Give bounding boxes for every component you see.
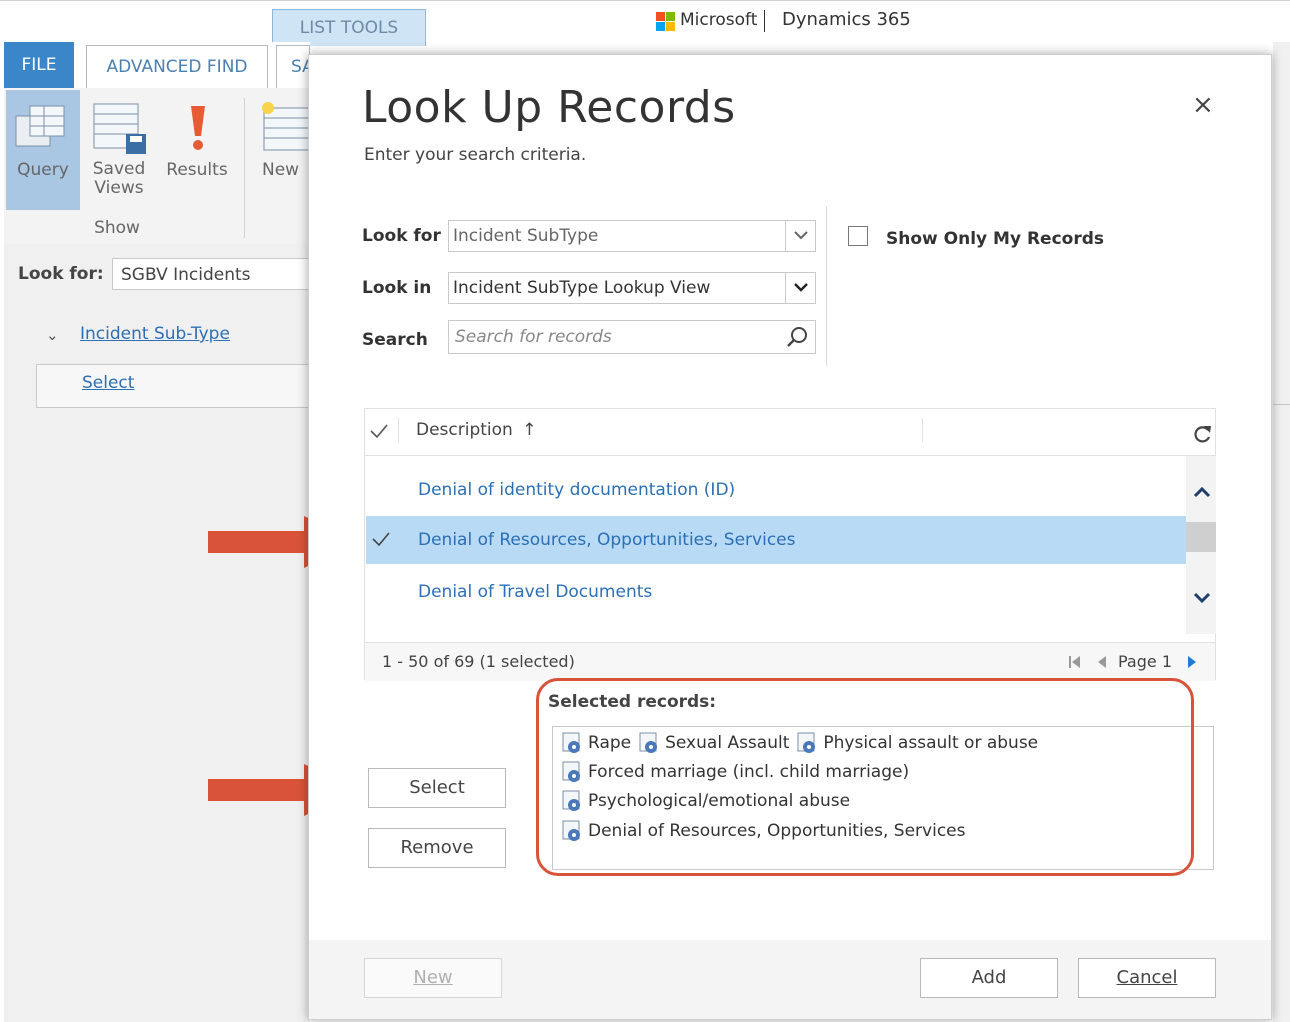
brand-company: Microsoft (680, 10, 758, 30)
dialog-subtitle: Enter your search criteria. (364, 145, 587, 165)
select-link[interactable]: Select (82, 373, 134, 393)
saved-views-label-line1: Saved (92, 159, 146, 179)
query-icon (14, 104, 66, 148)
look-for-label: Look for: (18, 264, 104, 284)
grid-row[interactable]: Denial of Travel Documents (366, 566, 1186, 614)
background-divider (1273, 404, 1290, 405)
look-for-select[interactable]: Incident SubType (448, 220, 816, 252)
grid-scrollbar-thumb[interactable] (1186, 522, 1216, 552)
select-button[interactable]: Select (368, 768, 506, 808)
chevron-down-icon[interactable]: ⌄ (46, 326, 59, 344)
grid-row-selected[interactable]: Denial of Resources, Opportunities, Serv… (366, 516, 1186, 564)
select-all-check-icon[interactable] (368, 420, 390, 442)
query-label: Query (17, 160, 69, 180)
column-divider (922, 418, 923, 442)
select-row (36, 364, 311, 408)
annotation-highlight (536, 678, 1194, 876)
new-icon[interactable] (260, 100, 311, 154)
list-tools-tab[interactable]: LIST TOOLS (272, 9, 426, 46)
column-divider (398, 418, 399, 442)
filter-divider (826, 206, 827, 366)
row-selected-check-icon[interactable] (370, 528, 392, 550)
dialog-title: Look Up Records (362, 82, 736, 133)
first-page-icon[interactable] (1068, 654, 1082, 670)
search-icon[interactable] (784, 324, 810, 350)
look-for-label: Look for (362, 226, 441, 246)
grid-row-description[interactable]: Denial of Travel Documents (418, 582, 652, 602)
ribbon-divider (244, 98, 245, 238)
chevron-down-icon[interactable] (785, 273, 815, 303)
grid-row-description[interactable]: Denial of identity documentation (ID) (418, 480, 735, 500)
search-label: Search (362, 330, 428, 350)
show-only-my-records-label: Show Only My Records (886, 229, 1104, 249)
description-header-label: Description (416, 420, 513, 440)
sort-ascending-icon: ↑ (522, 420, 537, 440)
chevron-down-icon[interactable] (785, 221, 815, 251)
look-for-value: Incident SubType (453, 226, 599, 246)
show-group-label: Show (94, 218, 140, 238)
query-panel (4, 244, 310, 1022)
new-button[interactable]: New (364, 958, 502, 998)
microsoft-logo-icon (656, 12, 676, 32)
partial-tab[interactable]: SA (276, 45, 310, 88)
new-label: New (262, 160, 300, 180)
previous-page-icon[interactable] (1096, 654, 1108, 670)
scroll-down-icon[interactable] (1190, 586, 1214, 610)
cancel-button[interactable]: Cancel (1078, 958, 1216, 998)
next-page-icon[interactable] (1186, 654, 1198, 670)
grid-status: 1 - 50 of 69 (1 selected) (382, 652, 575, 671)
file-tab[interactable]: FILE (4, 42, 74, 88)
look-in-label: Look in (362, 278, 432, 298)
advanced-find-tab[interactable]: ADVANCED FIND (86, 45, 268, 89)
page-indicator: Page 1 (1118, 652, 1172, 671)
results-label: Results (166, 160, 228, 180)
brand-divider (764, 10, 765, 32)
scroll-up-icon[interactable] (1190, 480, 1214, 504)
results-exclamation-icon[interactable] (186, 104, 210, 152)
remove-button[interactable]: Remove (368, 828, 506, 868)
description-column-header[interactable]: Description ↑ (416, 420, 536, 440)
look-in-select[interactable]: Incident SubType Lookup View (448, 272, 816, 304)
close-icon[interactable]: × (1192, 90, 1214, 120)
brand-app-name: Dynamics 365 (782, 9, 911, 30)
search-input[interactable]: Search for records (448, 320, 816, 354)
look-for-field[interactable]: SGBV Incidents (112, 258, 310, 290)
look-in-value: Incident SubType Lookup View (453, 278, 711, 298)
saved-views-label-line2: Views (94, 178, 144, 198)
grid-row-description[interactable]: Denial of Resources, Opportunities, Serv… (418, 530, 796, 550)
saved-views-icon[interactable] (92, 100, 150, 156)
refresh-icon[interactable] (1190, 422, 1214, 446)
grid-row[interactable]: Denial of identity documentation (ID) (366, 466, 1186, 514)
show-only-my-records-checkbox[interactable] (848, 226, 868, 246)
incident-subtype-link[interactable]: Incident Sub-Type (80, 324, 230, 344)
top-bar (0, 0, 1290, 43)
background-right-strip (1273, 42, 1290, 1022)
add-button[interactable]: Add (920, 958, 1058, 998)
saved-views-label: Saved Views (88, 160, 150, 198)
